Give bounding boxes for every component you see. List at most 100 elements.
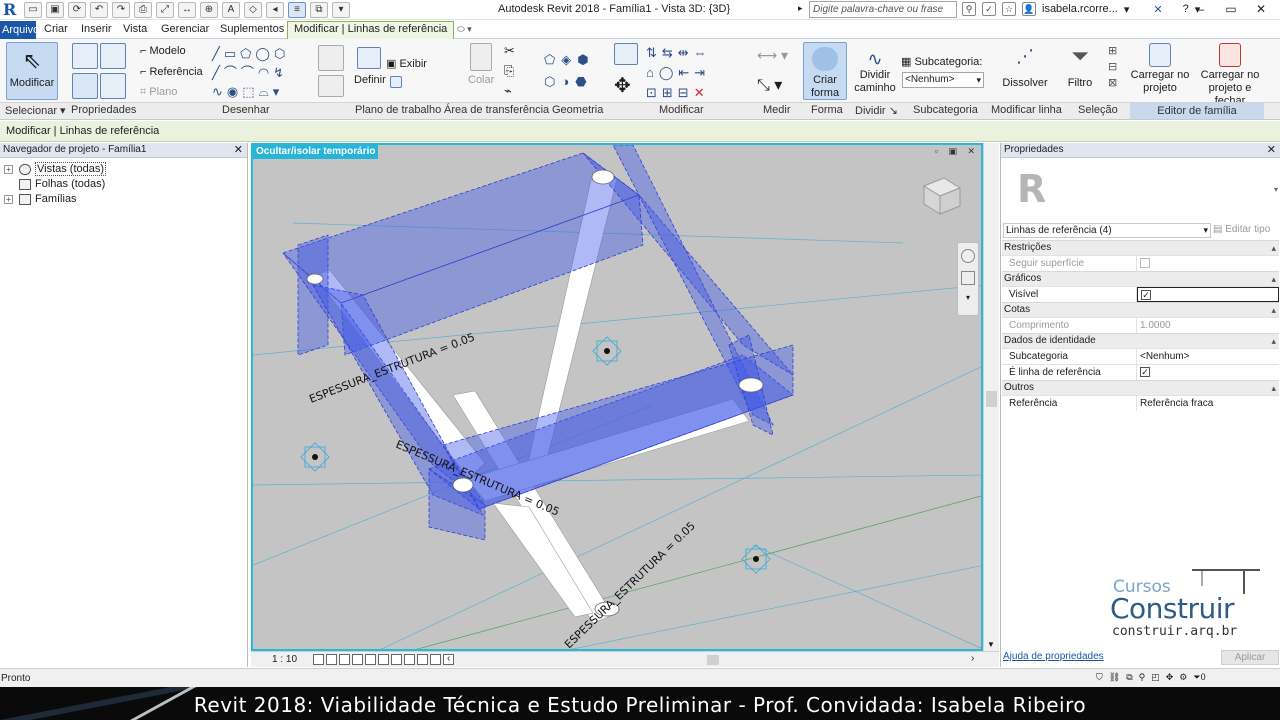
scroll-thumb[interactable] [986,391,997,407]
view-cube[interactable] [920,174,964,218]
selection-small-icons[interactable]: ⊞ ⊟ ⊠ [1108,43,1117,91]
close-icon[interactable]: ✕ [234,143,243,157]
close-icon[interactable]: ✕ [1246,0,1276,19]
scroll-down-icon[interactable]: ▼ [987,640,995,649]
drag-elements-icon[interactable]: ✥ [1166,672,1174,683]
user-name[interactable]: isabela.rcorre... [1042,3,1118,15]
switch-windows-icon[interactable]: ▾ [332,2,350,18]
move-icon[interactable]: ✥ [614,73,631,98]
tree-item-familias[interactable]: + Famílias [0,192,247,207]
select-by-face-icon[interactable]: ◰ [1151,672,1160,683]
group-cotas[interactable]: Cotas [1002,302,1279,317]
close-hidden-icon[interactable]: ⧉ [310,2,328,18]
plano-button[interactable]: ⌗ Plano [140,86,177,99]
binoculars-icon[interactable]: ⚲ [962,2,976,16]
select-underlay-icon[interactable]: ⧉ [1126,672,1132,683]
undo-icon[interactable]: ↶ [90,2,108,18]
group-graficos[interactable]: Gráficos [1002,271,1279,286]
tab-inserir[interactable]: Inserir [81,23,112,35]
tab-gerenciar[interactable]: Gerenciar [161,23,209,35]
paste-icon[interactable] [470,43,492,71]
3d-view-icon[interactable]: ◇ [244,2,262,18]
visual-style-icon[interactable] [326,654,337,665]
editar-tipo-button[interactable]: ▤ Editar tipo [1213,224,1270,235]
work-plane-viewer-icon[interactable] [318,75,344,97]
section-icon[interactable]: ◂ [266,2,284,18]
horizontal-scroll-thumb[interactable] [707,655,719,665]
panel-selecionar[interactable]: Selecionar ▾ [5,104,66,117]
type-properties-icon[interactable] [100,73,126,99]
user-dropdown-icon[interactable]: ▾ [1124,3,1130,16]
define-plane-icon[interactable] [357,47,381,69]
zoom-icon[interactable] [961,271,975,285]
dissolver-button[interactable]: ⋰ Dissolver [1000,43,1050,90]
sun-path-icon[interactable] [339,654,350,665]
search-expand-icon[interactable]: ▸ [798,3,803,14]
geometry-tools[interactable]: ⬠◈⬢ ⬡◑⬣ [544,49,595,93]
modelo-line-button[interactable]: ⌐ Modelo [140,45,186,57]
exibir-button[interactable]: ▣ Exibir [386,57,427,70]
filtro-button[interactable]: ⏷ Filtro [1063,43,1097,90]
cut-icon[interactable]: ✂ [504,43,515,59]
tab-options-icon[interactable]: ⬭ ▾ [457,24,472,35]
seguir-superficie-checkbox[interactable] [1140,258,1150,268]
aplicar-button[interactable]: Aplicar [1221,650,1279,665]
ajuda-propriedades-link[interactable]: Ajuda de propriedades [1003,651,1104,662]
exchange-icon[interactable]: ✕ [1153,3,1162,16]
dividir-caminho-button[interactable]: ∿ Dividir caminho [853,49,897,95]
group-dados-identidade[interactable]: Dados de identidade [1002,333,1279,348]
expand-icon[interactable]: + [4,195,13,204]
detail-level-icon[interactable] [313,654,324,665]
thin-lines-icon[interactable]: ≡ [288,2,306,18]
reveal-hidden-icon[interactable] [430,654,441,665]
tag-icon[interactable]: ⊕ [200,2,218,18]
search-input[interactable]: Digite palavra-chave ou frase [809,1,957,18]
criar-forma-button[interactable]: Criar forma [803,42,847,100]
viewport-window-controls[interactable]: ▫ ▣ ✕ [935,146,979,157]
panel-dividir[interactable]: Dividir ↘ [855,104,898,117]
tree-item-folhas[interactable]: Folhas (todas) [0,177,247,192]
modificar-button[interactable]: ⇖ Modificar [6,42,58,100]
modify-tools-grid[interactable]: ⇅⇆⇹⇔ ⌂◯⇤⇥ ⊡⊞⊟✕ [646,43,712,103]
expand-icon[interactable]: + [4,165,13,174]
shadows-icon[interactable] [352,654,363,665]
align-icon[interactable] [614,43,638,65]
view-scale[interactable]: 1 : 10 [272,654,297,665]
copy-icon[interactable]: ⎘ [504,63,514,79]
measure-icon[interactable]: ⤢ [156,2,174,18]
user-icon[interactable]: 👤 [1022,2,1036,16]
carregar-projeto-button[interactable]: Carregar no projeto [1128,43,1192,95]
maximize-icon[interactable]: ▭ [1216,0,1246,19]
temp-hide-icon[interactable] [417,654,428,665]
referencia-line-button[interactable]: ⌐ Referência [140,66,203,78]
measure-tool-icon[interactable]: ⟷ ▾ [757,47,788,64]
visivel-checkbox[interactable]: ✓ [1141,290,1151,300]
work-plane-icon[interactable] [318,45,344,71]
open-icon[interactable]: ▭ [24,2,42,18]
family-types-icon[interactable] [100,43,126,69]
scroll-left-icon[interactable]: ‹ [447,653,450,664]
carregar-fechar-button[interactable]: Carregar no projeto e fechar [1196,43,1264,108]
subscription-icon[interactable]: ✓ [982,2,996,16]
lock-view-icon[interactable] [404,654,415,665]
type-selector[interactable]: Linhas de referência (4) [1003,223,1211,238]
crop-view-icon[interactable] [378,654,389,665]
save-icon[interactable]: ▣ [46,2,64,18]
sync-icon[interactable]: ⟳ [68,2,86,18]
star-icon[interactable]: ☆ [1002,2,1016,16]
select-links-icon[interactable]: ⛓ [1109,672,1120,683]
linha-referencia-checkbox[interactable]: ✓ [1140,367,1150,377]
subcategoria-select[interactable]: <Nenhum> [902,72,984,88]
match-properties-icon[interactable]: ⌁ [504,83,512,99]
3d-viewport[interactable]: ESPESSURA_ESTRUTURA = 0.05 ESPESSURA_EST… [251,143,983,651]
select-pinned-icon[interactable]: ⚲ [1139,672,1146,683]
draw-tools-grid[interactable]: ╱▭⬠◯⬡ ╱⌒⌒◠↯ ∿◉⬚⌓▾ [212,44,314,102]
navigation-bar[interactable]: ▾ [957,242,979,316]
reference-lines-frame[interactable] [282,145,794,541]
tree-item-vistas[interactable]: + Vistas (todas) [0,162,247,177]
viewport-vertical-scrollbar[interactable]: ▼ [983,143,999,651]
referencia-value[interactable]: Referência fraca [1137,396,1279,411]
render-icon[interactable] [365,654,376,665]
tab-modificar-linhas[interactable]: Modificar | Linhas de referência [287,21,455,39]
background-process-icon[interactable]: ⚙ [1179,672,1187,683]
